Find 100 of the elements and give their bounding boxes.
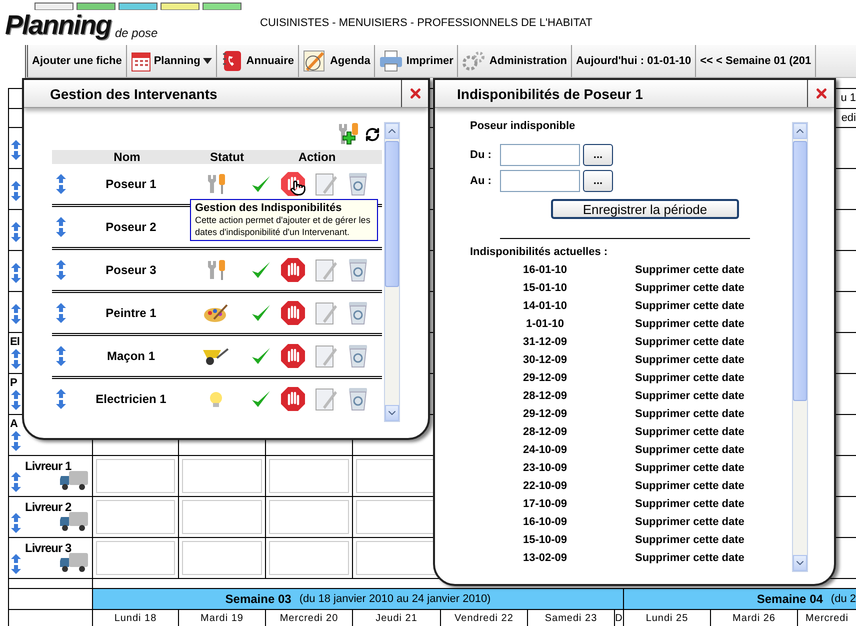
compass-drawing-icon — [302, 50, 327, 72]
recycle-bin-icon[interactable] — [348, 172, 368, 196]
delete-date-link[interactable]: Supprimer cette date — [635, 282, 744, 294]
delete-date-link[interactable]: Supprimer cette date — [635, 426, 744, 438]
intervenant-name: Poseur 1 — [104, 177, 158, 191]
toolbar-item[interactable]: Administration — [458, 45, 572, 77]
day-header: Lundi 25 — [624, 610, 711, 626]
toolbar-item[interactable]: Annuaire — [217, 45, 299, 77]
reorder-arrows-icon[interactable] — [11, 513, 21, 533]
truck-icon — [60, 511, 88, 531]
truck-icon — [60, 552, 88, 572]
delete-date-link[interactable]: Supprimer cette date — [635, 336, 744, 348]
reorder-arrows-icon[interactable] — [11, 222, 21, 242]
notepad-edit-icon[interactable] — [315, 387, 337, 411]
notepad-edit-icon[interactable] — [315, 344, 337, 368]
row-label: A — [10, 418, 18, 430]
notepad-edit-icon[interactable] — [315, 258, 337, 282]
tooltip-title: Gestion des Indisponibilités — [195, 202, 343, 214]
delete-date-link[interactable]: Supprimer cette date — [635, 480, 744, 492]
day-header: Vendredi 22 — [441, 610, 528, 626]
reorder-arrows-icon[interactable] — [56, 389, 66, 409]
reorder-arrows-icon[interactable] — [11, 140, 21, 160]
date-text: 14-01-10 — [522, 300, 568, 312]
recycle-bin-icon[interactable] — [348, 258, 368, 282]
date-field[interactable] — [500, 144, 580, 166]
date-text: 28-12-09 — [522, 390, 568, 402]
toolbar-item[interactable]: << < Semaine 01 (201 — [696, 45, 816, 77]
bulb-icon — [209, 391, 223, 407]
close-icon[interactable] — [408, 86, 422, 101]
phone-book-icon — [221, 50, 244, 72]
toolbar-item[interactable]: Planning — [126, 45, 218, 77]
reorder-arrows-icon[interactable] — [56, 346, 66, 366]
dialog-title: Gestion des Intervenants — [24, 80, 402, 107]
date-text: 13-02-09 — [522, 552, 568, 564]
refresh-icon[interactable] — [365, 126, 380, 142]
date-text: 15-10-09 — [522, 534, 568, 546]
delete-date-link[interactable]: Supprimer cette date — [635, 372, 744, 384]
row-label: P — [10, 377, 17, 389]
wheelbarrow-icon — [203, 346, 229, 366]
reorder-arrows-icon[interactable] — [11, 181, 21, 201]
toolbar-item[interactable]: Agenda — [298, 45, 376, 77]
week-banner: Semaine 03 (du 18 janvier 2010 au 24 janvier 2010) — [93, 589, 624, 609]
date-text: 23-10-09 — [522, 462, 568, 474]
delete-date-link[interactable]: Supprimer cette date — [635, 390, 744, 402]
notepad-edit-icon[interactable] — [315, 172, 337, 196]
toolbar-item[interactable]: Imprimer — [375, 45, 458, 77]
reorder-arrows-icon[interactable] — [11, 472, 21, 492]
date-text: 28-12-09 — [522, 426, 568, 438]
day-header: Lundi 18 — [93, 610, 179, 626]
date-picker-button[interactable]: ... — [583, 144, 613, 166]
close-icon[interactable] — [814, 86, 828, 101]
scrollbar[interactable] — [384, 122, 400, 422]
day-header: Mercredi 20 — [266, 610, 353, 626]
recycle-bin-icon[interactable] — [348, 301, 368, 325]
toolbar-item[interactable]: Aujourd'hui : 01-01-10 — [572, 45, 696, 77]
date-field[interactable] — [500, 170, 580, 192]
notepad-edit-icon[interactable] — [315, 301, 337, 325]
delete-date-link[interactable]: Supprimer cette date — [635, 354, 744, 366]
date-text: 16-10-09 — [522, 516, 568, 528]
reorder-arrows-icon[interactable] — [56, 260, 66, 280]
delete-date-link[interactable]: Supprimer cette date — [635, 264, 744, 276]
gears-icon — [462, 50, 486, 72]
reorder-arrows-icon[interactable] — [56, 174, 66, 194]
delete-date-link[interactable]: Supprimer cette date — [635, 444, 744, 456]
delete-date-link[interactable]: Supprimer cette date — [635, 408, 744, 420]
delete-date-link[interactable]: Supprimer cette date — [635, 534, 744, 546]
save-button[interactable]: Enregistrer la période — [551, 199, 739, 219]
delete-date-link[interactable]: Supprimer cette date — [635, 462, 744, 474]
delete-date-link[interactable]: Supprimer cette date — [635, 300, 744, 312]
week-banner: Semaine 04 (du 2 — [624, 589, 856, 609]
date-text: 16-01-10 — [522, 264, 568, 276]
delete-date-link[interactable]: Supprimer cette date — [635, 318, 744, 330]
day-header: Mardi 26 — [711, 610, 798, 626]
add-tools-icon[interactable] — [337, 122, 361, 146]
reorder-arrows-icon[interactable] — [56, 217, 66, 237]
row-label: Livreur 3 — [25, 541, 72, 555]
scrollbar[interactable] — [792, 122, 808, 572]
reorder-arrows-icon[interactable] — [11, 263, 21, 283]
reorder-arrows-icon[interactable] — [56, 303, 66, 323]
delete-date-link[interactable]: Supprimer cette date — [635, 552, 744, 564]
reorder-arrows-icon[interactable] — [11, 304, 21, 324]
reorder-arrows-icon[interactable] — [11, 390, 21, 410]
reorder-arrows-icon[interactable] — [11, 349, 21, 369]
date-text: 29-12-09 — [522, 408, 568, 420]
intervenant-name: Poseur 2 — [104, 220, 158, 234]
delete-date-link[interactable]: Supprimer cette date — [635, 498, 744, 510]
day-header: Jeudi 21 — [353, 610, 441, 626]
reorder-arrows-icon[interactable] — [11, 554, 21, 574]
day-header: D — [615, 610, 624, 626]
reorder-arrows-icon[interactable] — [11, 431, 21, 451]
tools-icon — [206, 174, 226, 194]
recycle-bin-icon[interactable] — [348, 387, 368, 411]
palette-icon — [204, 303, 228, 323]
date-text: 22-10-09 — [522, 480, 568, 492]
field-label: Du : — [470, 149, 492, 161]
toolbar-item[interactable]: Ajouter une fiche — [28, 45, 127, 77]
delete-date-link[interactable]: Supprimer cette date — [635, 516, 744, 528]
week-header-text: u 1 — [840, 91, 856, 106]
date-picker-button[interactable]: ... — [583, 170, 613, 192]
recycle-bin-icon[interactable] — [348, 344, 368, 368]
